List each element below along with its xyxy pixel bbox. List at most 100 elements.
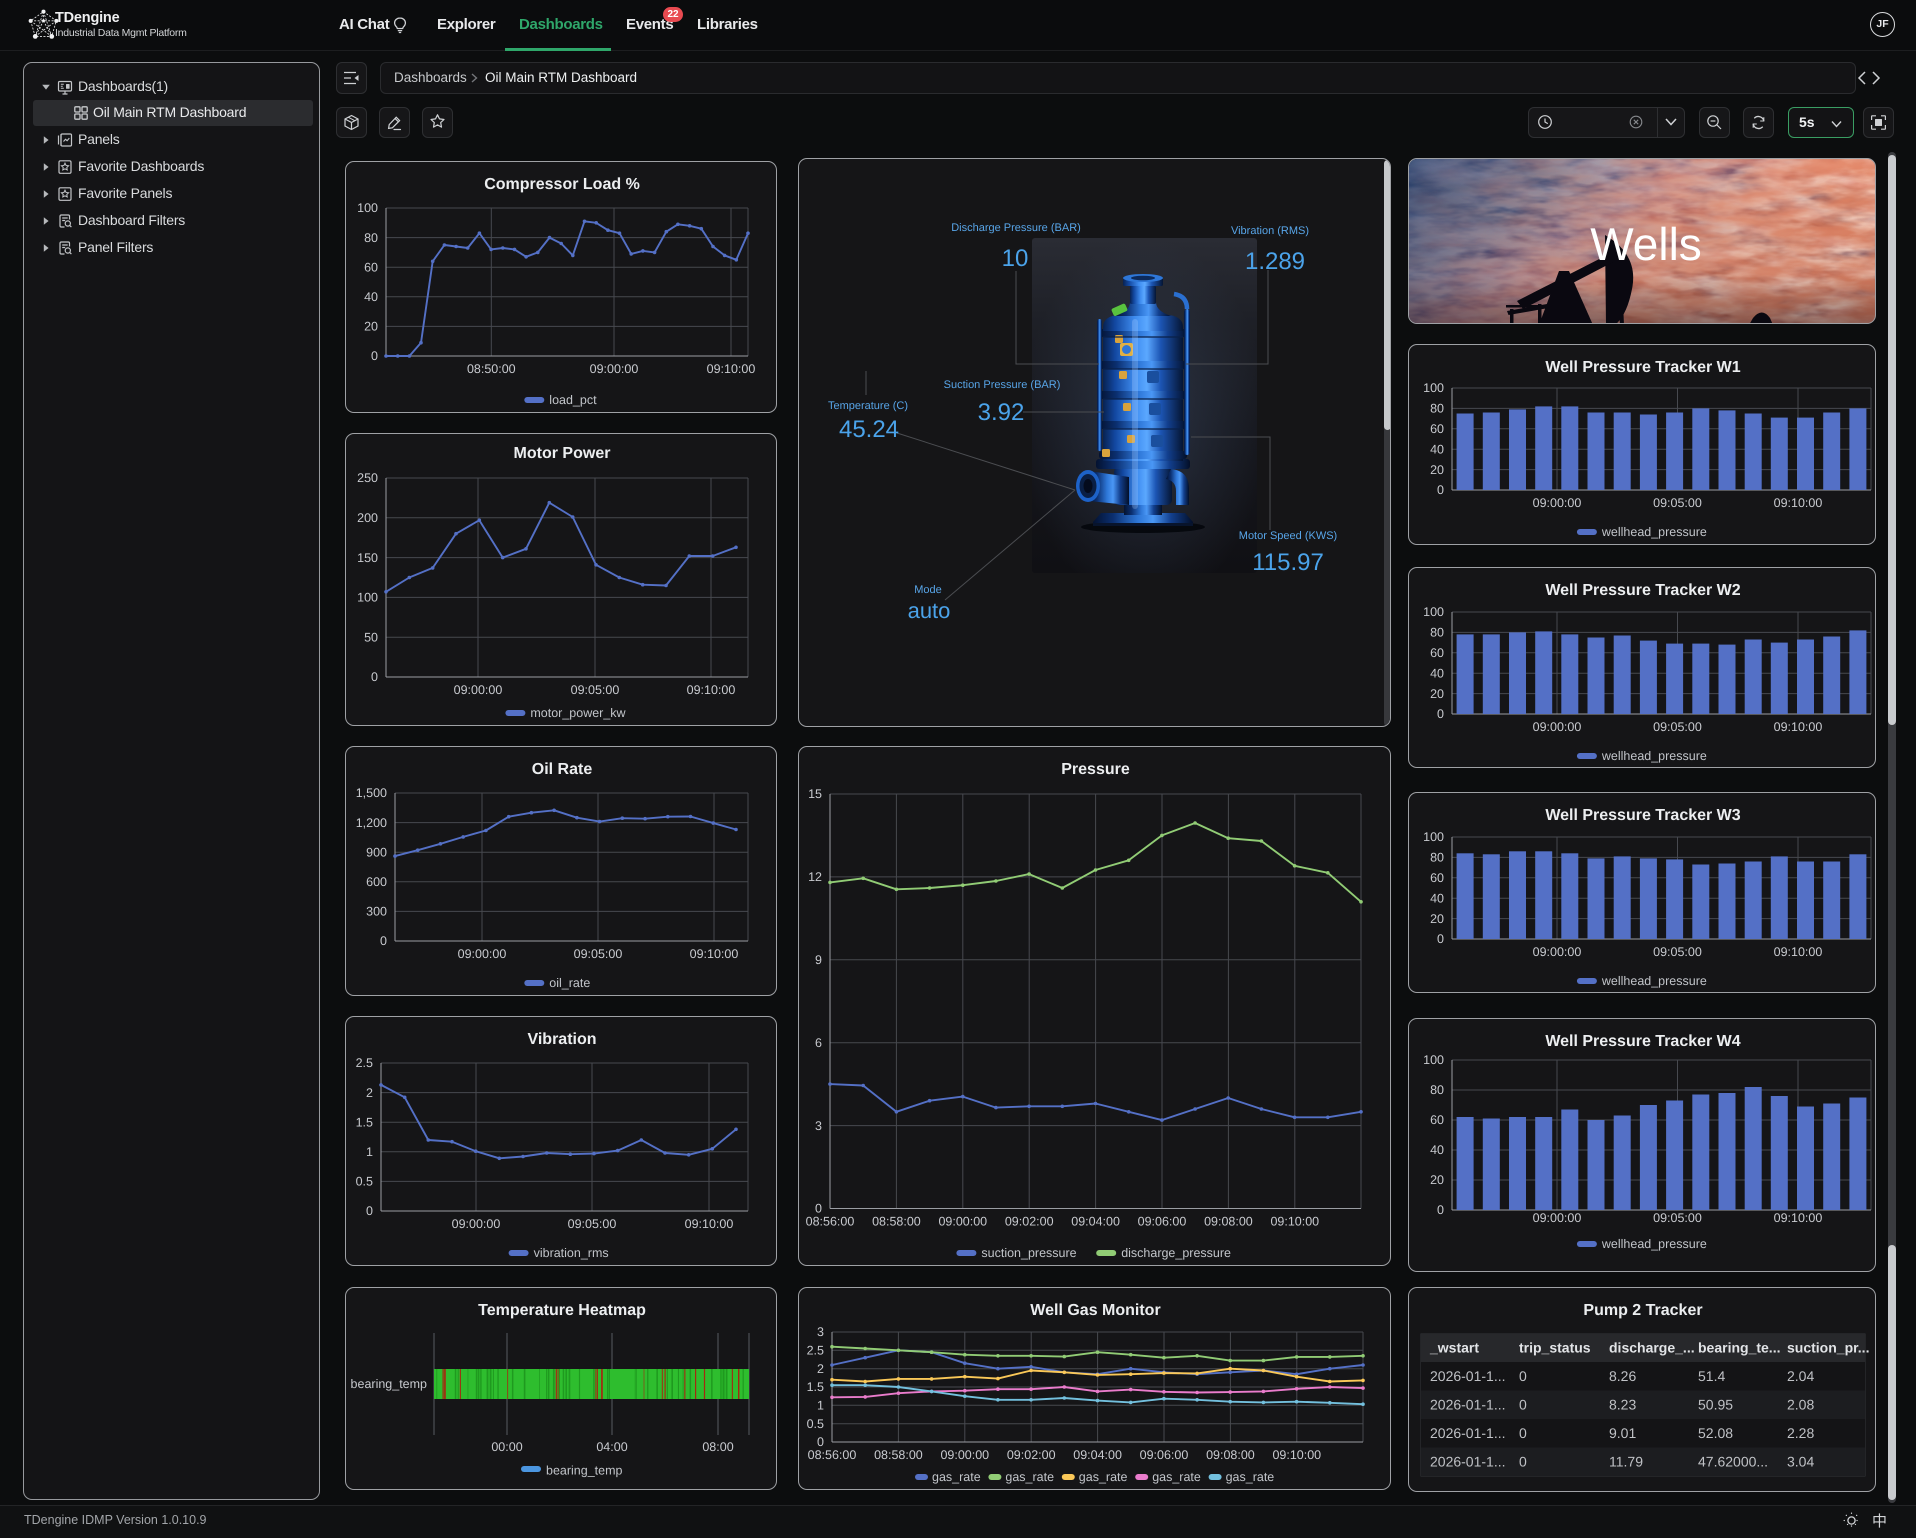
svg-text:gas_rate: gas_rate bbox=[932, 1470, 981, 1484]
svg-text:0.5: 0.5 bbox=[356, 1175, 373, 1189]
svg-text:gas_rate: gas_rate bbox=[1152, 1470, 1201, 1484]
svg-text:suction_pressure: suction_pressure bbox=[981, 1246, 1076, 1260]
svg-text:0: 0 bbox=[366, 1204, 373, 1218]
svg-text:0: 0 bbox=[1437, 1203, 1444, 1217]
svg-text:wellhead_pressure: wellhead_pressure bbox=[1601, 525, 1707, 539]
svg-text:09:00:00: 09:00:00 bbox=[454, 683, 503, 697]
svg-text:2.28: 2.28 bbox=[1787, 1425, 1814, 1441]
svg-text:bearing_temp: bearing_temp bbox=[351, 1377, 427, 1391]
svg-text:1.5: 1.5 bbox=[807, 1380, 824, 1394]
svg-text:09:05:00: 09:05:00 bbox=[574, 947, 623, 961]
svg-text:0: 0 bbox=[1519, 1397, 1527, 1413]
svg-text:100: 100 bbox=[357, 591, 378, 605]
svg-text:900: 900 bbox=[366, 845, 387, 859]
svg-text:100: 100 bbox=[1423, 381, 1444, 395]
svg-text:2026-01-1...: 2026-01-1... bbox=[1430, 1397, 1506, 1413]
svg-text:08:58:00: 08:58:00 bbox=[874, 1448, 923, 1462]
svg-text:gas_rate: gas_rate bbox=[1226, 1470, 1275, 1484]
svg-text:60: 60 bbox=[1430, 422, 1444, 436]
svg-text:09:10:00: 09:10:00 bbox=[1270, 1215, 1319, 1229]
svg-text:80: 80 bbox=[1430, 626, 1444, 640]
svg-text:09:00:00: 09:00:00 bbox=[452, 1217, 501, 1231]
svg-text:0: 0 bbox=[1437, 707, 1444, 721]
svg-text:Temperature (C): Temperature (C) bbox=[828, 400, 908, 412]
svg-text:08:58:00: 08:58:00 bbox=[872, 1215, 921, 1229]
svg-text:100: 100 bbox=[1423, 1053, 1444, 1067]
svg-text:09:06:00: 09:06:00 bbox=[1138, 1215, 1187, 1229]
svg-text:wellhead_pressure: wellhead_pressure bbox=[1601, 1237, 1707, 1251]
svg-text:50.95: 50.95 bbox=[1698, 1397, 1733, 1413]
svg-text:60: 60 bbox=[1430, 1113, 1444, 1127]
svg-text:09:00:00: 09:00:00 bbox=[1533, 720, 1582, 734]
svg-text:bearing_temp: bearing_temp bbox=[546, 1464, 622, 1478]
svg-text:1: 1 bbox=[817, 1399, 824, 1413]
svg-text:8.26: 8.26 bbox=[1609, 1368, 1636, 1384]
svg-text:80: 80 bbox=[364, 231, 378, 245]
svg-text:0: 0 bbox=[1519, 1368, 1527, 1384]
svg-text:09:08:00: 09:08:00 bbox=[1204, 1215, 1253, 1229]
svg-text:250: 250 bbox=[357, 471, 378, 485]
svg-text:40: 40 bbox=[364, 290, 378, 304]
svg-text:0.5: 0.5 bbox=[807, 1417, 824, 1431]
svg-text:00:00: 00:00 bbox=[491, 1440, 522, 1454]
svg-text:Temperature Heatmap: Temperature Heatmap bbox=[478, 1302, 646, 1319]
svg-text:08:56:00: 08:56:00 bbox=[808, 1448, 857, 1462]
svg-text:52.08: 52.08 bbox=[1698, 1425, 1733, 1441]
svg-text:2.04: 2.04 bbox=[1787, 1368, 1814, 1384]
svg-text:09:05:00: 09:05:00 bbox=[571, 683, 620, 697]
svg-text:wellhead_pressure: wellhead_pressure bbox=[1601, 974, 1707, 988]
svg-text:Motor Power: Motor Power bbox=[514, 445, 611, 462]
svg-text:9: 9 bbox=[815, 953, 822, 967]
svg-text:_wstart: _wstart bbox=[1429, 1340, 1479, 1356]
svg-text:15: 15 bbox=[808, 787, 822, 801]
svg-text:0: 0 bbox=[1519, 1425, 1527, 1441]
svg-text:80: 80 bbox=[1430, 1083, 1444, 1097]
svg-text:trip_status: trip_status bbox=[1519, 1340, 1591, 1356]
svg-text:09:00:00: 09:00:00 bbox=[1533, 945, 1582, 959]
svg-text:200: 200 bbox=[357, 511, 378, 525]
svg-text:09:02:00: 09:02:00 bbox=[1007, 1448, 1056, 1462]
svg-text:09:10:00: 09:10:00 bbox=[1774, 1211, 1823, 1225]
svg-text:1,500: 1,500 bbox=[356, 786, 387, 800]
svg-text:discharge_pressure: discharge_pressure bbox=[1121, 1246, 1231, 1260]
svg-text:6: 6 bbox=[815, 1036, 822, 1050]
svg-text:0: 0 bbox=[380, 934, 387, 948]
svg-text:09:10:00: 09:10:00 bbox=[1774, 720, 1823, 734]
svg-text:60: 60 bbox=[364, 260, 378, 274]
svg-text:40: 40 bbox=[1430, 1143, 1444, 1157]
svg-text:Vibration: Vibration bbox=[527, 1031, 596, 1048]
svg-text:1,200: 1,200 bbox=[356, 816, 387, 830]
svg-text:2.5: 2.5 bbox=[807, 1344, 824, 1358]
svg-text:51.4: 51.4 bbox=[1698, 1368, 1725, 1384]
svg-text:115.97: 115.97 bbox=[1252, 549, 1324, 576]
svg-text:20: 20 bbox=[1430, 463, 1444, 477]
svg-text:600: 600 bbox=[366, 875, 387, 889]
svg-text:09:10:00: 09:10:00 bbox=[1774, 496, 1823, 510]
svg-text:bearing_te...: bearing_te... bbox=[1698, 1340, 1780, 1356]
svg-text:20: 20 bbox=[364, 320, 378, 334]
svg-text:08:00: 08:00 bbox=[702, 1440, 733, 1454]
svg-text:2026-01-1...: 2026-01-1... bbox=[1430, 1368, 1506, 1384]
svg-text:80: 80 bbox=[1430, 402, 1444, 416]
svg-text:09:05:00: 09:05:00 bbox=[568, 1217, 617, 1231]
svg-text:20: 20 bbox=[1430, 1173, 1444, 1187]
svg-text:50: 50 bbox=[364, 630, 378, 644]
svg-text:45.24: 45.24 bbox=[839, 416, 899, 443]
svg-text:0: 0 bbox=[1437, 483, 1444, 497]
svg-text:suction_pr...: suction_pr... bbox=[1787, 1340, 1869, 1356]
svg-text:100: 100 bbox=[357, 201, 378, 215]
svg-text:12: 12 bbox=[808, 870, 822, 884]
svg-text:Vibration (RMS): Vibration (RMS) bbox=[1231, 225, 1309, 237]
svg-text:3: 3 bbox=[815, 1119, 822, 1133]
svg-text:47.62000...: 47.62000... bbox=[1698, 1454, 1768, 1470]
svg-text:motor_power_kw: motor_power_kw bbox=[530, 706, 626, 720]
svg-text:09:10:00: 09:10:00 bbox=[690, 947, 739, 961]
svg-text:Compressor Load %: Compressor Load % bbox=[484, 176, 640, 193]
svg-text:discharge_...: discharge_... bbox=[1609, 1340, 1695, 1356]
svg-text:Suction Pressure (BAR): Suction Pressure (BAR) bbox=[944, 379, 1061, 391]
svg-text:0: 0 bbox=[1519, 1454, 1527, 1470]
svg-text:0: 0 bbox=[371, 349, 378, 363]
svg-text:100: 100 bbox=[1423, 830, 1444, 844]
svg-text:09:05:00: 09:05:00 bbox=[1653, 945, 1702, 959]
svg-text:1.5: 1.5 bbox=[356, 1115, 373, 1129]
